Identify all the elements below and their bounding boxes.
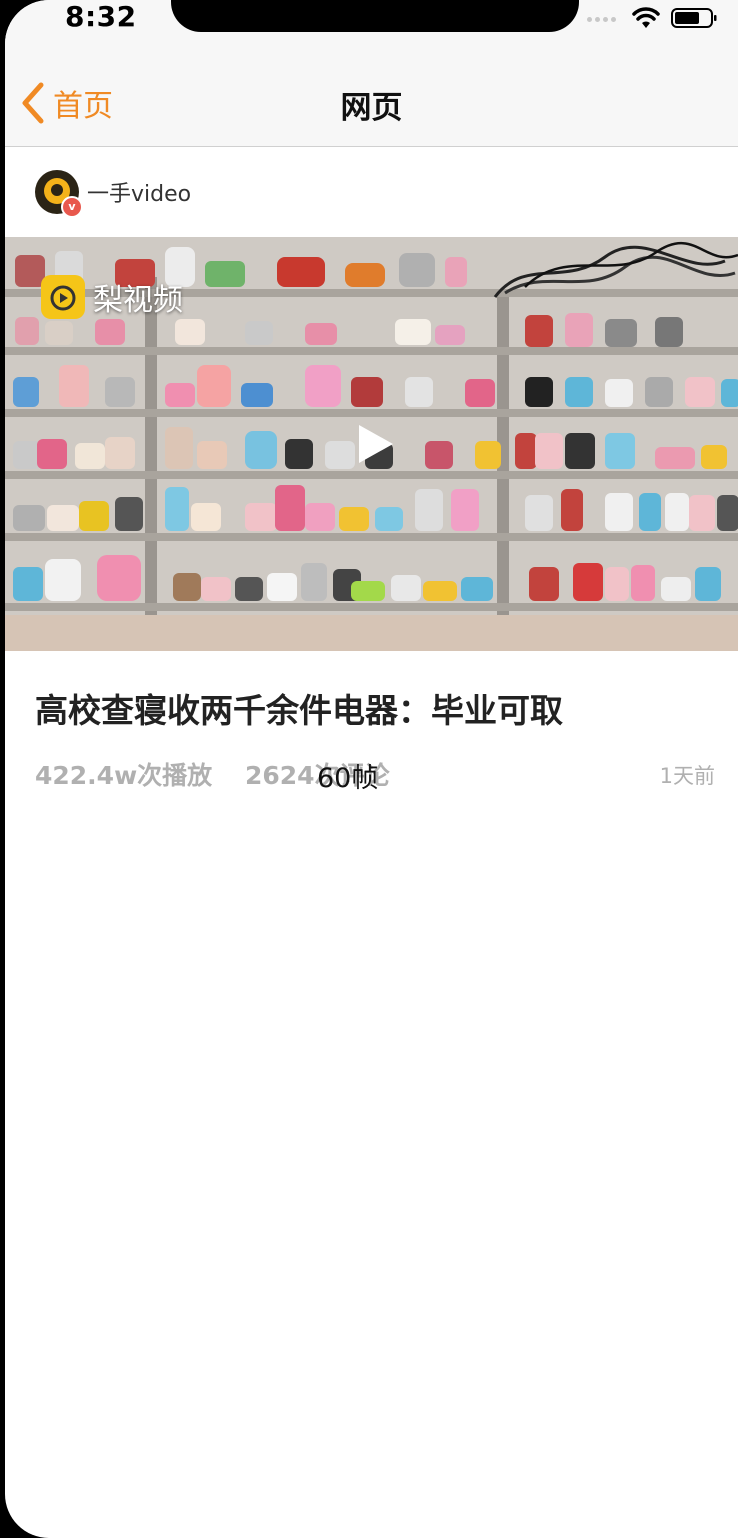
signal-icon	[587, 17, 616, 22]
avatar[interactable]: v	[35, 170, 83, 218]
status-bar: 8:32	[5, 0, 738, 60]
page-title: 网页	[340, 90, 403, 126]
watermark-logo: 梨视频	[41, 275, 183, 319]
publish-time: 1天前	[659, 764, 715, 788]
wifi-icon	[632, 7, 660, 28]
navigation-bar: 首页 网页	[5, 60, 738, 147]
phone-screen: 8:32 首页 网页 v 一手video 梨视频 高校查寝收两千余件电器：毕业可…	[5, 0, 738, 1538]
watermark-text: 梨视频	[93, 283, 183, 318]
battery-icon	[671, 8, 717, 28]
floor	[5, 615, 738, 651]
video-player[interactable]: 梨视频	[5, 237, 738, 651]
notch	[171, 0, 579, 32]
play-icon[interactable]	[357, 423, 395, 465]
author-name[interactable]: 一手video	[87, 176, 191, 208]
play-count: 422.4w次播放	[35, 761, 213, 790]
verified-badge: v	[61, 196, 83, 218]
status-time: 8:32	[65, 0, 137, 33]
pear-video-logo-icon	[41, 275, 85, 319]
video-title[interactable]: 高校查寝收两千余件电器：毕业可取	[35, 684, 725, 732]
fps-overlay: 60帧	[317, 763, 379, 794]
author-row[interactable]: v 一手video	[35, 168, 191, 218]
